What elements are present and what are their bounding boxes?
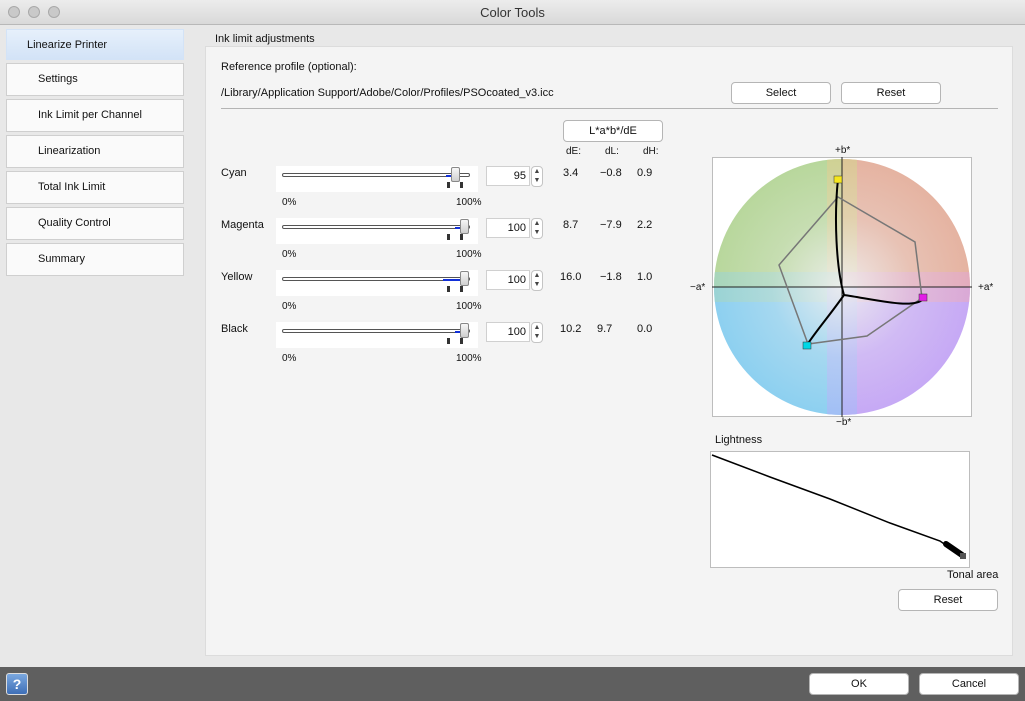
ink-limit-slider[interactable] [276, 270, 478, 296]
cancel-button[interactable]: Cancel [919, 673, 1019, 695]
ink-limit-stepper[interactable]: ▲ ▼ [531, 166, 543, 187]
dl-value: −7.9 [600, 219, 622, 231]
cyan-marker [802, 341, 812, 350]
plus-a-axis-label: +a* [978, 282, 994, 293]
tick-mark [447, 286, 450, 292]
de-value: 16.0 [560, 271, 582, 283]
ink-limit-slider[interactable] [276, 322, 478, 348]
reference-profile-label: Reference profile (optional): [221, 61, 357, 73]
sidebar-item-label: Linearization [38, 145, 101, 157]
minus-a-axis-label: −a* [690, 282, 706, 293]
ok-button[interactable]: OK [809, 673, 909, 695]
channel-label: Black [221, 323, 248, 335]
tonal-area-label: Tonal area [947, 569, 999, 581]
sidebar-item-total-ink-limit[interactable]: Total Ink Limit [6, 171, 184, 204]
yellow-marker [833, 175, 843, 184]
tick-mark [460, 234, 463, 240]
slider-max-label: 100% [456, 249, 482, 260]
ink-limit-stepper[interactable]: ▲ ▼ [531, 322, 543, 343]
slider-track [282, 329, 470, 333]
minus-b-axis-label: −b* [836, 417, 852, 428]
select-profile-button[interactable]: Select [731, 82, 831, 104]
dh-value: 0.9 [637, 167, 653, 179]
slider-thumb[interactable] [460, 323, 469, 338]
slider-max-label: 100% [456, 301, 482, 312]
chart-reset-button[interactable]: Reset [898, 589, 998, 611]
lightness-title: Lightness [715, 434, 763, 446]
ink-limit-value-field[interactable]: 100 [486, 322, 530, 342]
reset-profile-button[interactable]: Reset [841, 82, 941, 104]
slider-max-label: 100% [456, 197, 482, 208]
sidebar-item-quality-control[interactable]: Quality Control [6, 207, 184, 240]
sidebar-item-label: Quality Control [38, 217, 111, 229]
slider-min-label: 0% [282, 353, 297, 364]
dl-value: −1.8 [600, 271, 622, 283]
tick-mark [447, 338, 450, 344]
channel-label: Cyan [221, 167, 247, 179]
sidebar-item-label: Ink Limit per Channel [38, 109, 142, 121]
sidebar-item-summary[interactable]: Summary [6, 243, 184, 276]
tick-mark [447, 182, 450, 188]
ink-limit-stepper[interactable]: ▲ ▼ [531, 270, 543, 291]
tick-mark [447, 234, 450, 240]
tick-mark [460, 286, 463, 292]
dl-value: 9.7 [597, 323, 613, 335]
title-bar: Color Tools [0, 0, 1025, 25]
dh-value: 1.0 [637, 271, 653, 283]
tick-mark [460, 182, 463, 188]
slider-track [282, 173, 470, 177]
ink-limit-value-field[interactable]: 95 [486, 166, 530, 186]
de-value: 10.2 [560, 323, 582, 335]
de-value: 3.4 [563, 167, 579, 179]
magenta-marker [918, 293, 928, 302]
dl-value: −0.8 [600, 167, 622, 179]
dl-column-header: dL: [605, 146, 619, 157]
ink-limit-slider[interactable] [276, 218, 478, 244]
slider-thumb[interactable] [460, 219, 469, 234]
ink-limit-slider[interactable] [276, 166, 478, 192]
sidebar-item-ink-limit-per-channel[interactable]: Ink Limit per Channel [6, 99, 184, 132]
sidebar-item-linearize-printer[interactable]: Linearize Printer [6, 29, 184, 60]
help-button[interactable]: ? [6, 673, 28, 695]
dh-value: 0.0 [637, 323, 653, 335]
slider-min-label: 0% [282, 197, 297, 208]
sidebar-item-settings[interactable]: Settings [6, 63, 184, 96]
dh-value: 2.2 [637, 219, 653, 231]
slider-min-label: 0% [282, 301, 297, 312]
ink-limit-stepper[interactable]: ▲ ▼ [531, 218, 543, 239]
slider-thumb[interactable] [451, 167, 461, 182]
group-label: Ink limit adjustments [215, 33, 315, 45]
lightness-end-marker [960, 553, 966, 559]
gamut-plot [712, 157, 972, 417]
slider-max-label: 100% [456, 353, 482, 364]
slider-thumb[interactable] [460, 271, 469, 286]
slider-track [282, 225, 470, 229]
sidebar-item-label: Linearize Printer [27, 39, 108, 51]
divider [221, 108, 998, 109]
sidebar-item-label: Total Ink Limit [38, 181, 106, 193]
tick-mark [460, 338, 463, 344]
sidebar-item-label: Settings [38, 73, 78, 85]
plus-b-axis-label: +b* [835, 145, 851, 156]
ink-limit-value-field[interactable]: 100 [486, 218, 530, 238]
sidebar-item-label: Summary [38, 253, 86, 265]
de-value: 8.7 [563, 219, 579, 231]
lab-de-mode-button[interactable]: L*a*b*/dE [563, 120, 663, 142]
window-title: Color Tools [480, 5, 545, 20]
sidebar-item-linearization[interactable]: Linearization [6, 135, 184, 168]
slider-min-label: 0% [282, 249, 297, 260]
dh-column-header: dH: [643, 146, 659, 157]
slider-track [282, 277, 470, 281]
slider-fill [443, 279, 461, 281]
lightness-plot [710, 451, 970, 568]
ink-limit-value-field[interactable]: 100 [486, 270, 530, 290]
reference-profile-path: /Library/Application Support/Adobe/Color… [221, 87, 554, 99]
channel-label: Yellow [221, 271, 253, 283]
channel-label: Magenta [221, 219, 264, 231]
de-column-header: dE: [566, 146, 582, 157]
